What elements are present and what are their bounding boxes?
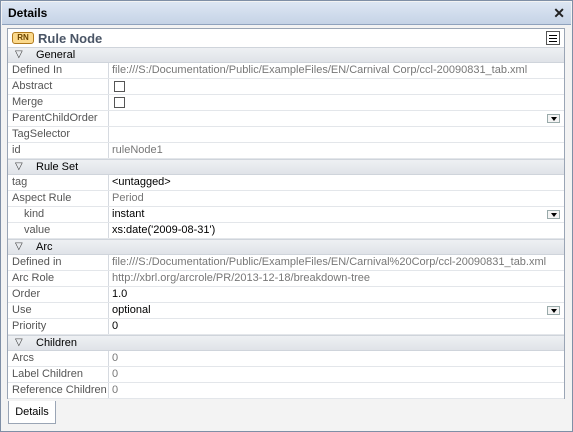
row-id: id ruleNode1 <box>8 143 564 159</box>
row-parent-child-order: ParentChildOrder <box>8 111 564 127</box>
row-abstract: Abstract <box>8 79 564 95</box>
property-key: tag <box>8 175 109 190</box>
property-key: Use <box>8 303 109 318</box>
priority-field[interactable]: 0 <box>110 319 564 334</box>
row-label-children: Label Children 0 <box>8 367 564 383</box>
rule-node-badge-icon: RN <box>12 32 34 44</box>
row-reference-children: Reference Children 0 <box>8 383 564 399</box>
property-key: Reference Children <box>8 383 109 398</box>
details-panel: Details ✕ RN Rule Node ▽ General Defined… <box>0 0 573 432</box>
dropdown-arrow-icon[interactable] <box>547 210 560 219</box>
property-key: value <box>8 223 109 238</box>
property-key: id <box>8 143 109 158</box>
group-label: General <box>36 49 76 61</box>
property-key: Defined In <box>8 63 109 78</box>
property-value-cell <box>110 95 564 110</box>
group-general[interactable]: ▽ General <box>8 47 564 63</box>
properties-menu-icon[interactable] <box>546 31 560 45</box>
collapse-triangle-icon[interactable]: ▽ <box>15 49 23 60</box>
dropdown-arrow-icon[interactable] <box>547 114 560 123</box>
property-key: Abstract <box>8 79 109 94</box>
property-value: 0 <box>112 352 119 364</box>
kind-select[interactable]: instant <box>110 207 564 222</box>
row-defined-in: Defined In file:///S:/Documentation/Publ… <box>8 63 564 79</box>
properties-grid: RN Rule Node ▽ General Defined In file:/… <box>7 28 565 399</box>
property-value: 0 <box>112 384 119 396</box>
row-merge: Merge <box>8 95 564 111</box>
row-tag: tag <untagged> <box>8 175 564 191</box>
property-key: Priority <box>8 319 109 334</box>
property-key: Aspect Rule <box>8 191 109 206</box>
row-value: value xs:date('2009-08-31') <box>8 223 564 239</box>
title-bar: Details ✕ <box>2 2 571 25</box>
node-header: RN Rule Node <box>8 29 564 47</box>
row-kind: kind instant <box>8 207 564 223</box>
id-field[interactable]: ruleNode1 <box>110 143 564 158</box>
property-key: Arc Role <box>8 271 109 286</box>
property-value: file:///S:/Documentation/Public/ExampleF… <box>112 256 547 268</box>
tab-strip: Details <box>2 400 571 431</box>
row-arc-role: Arc Role http://xbrl.org/arcrole/PR/2013… <box>8 271 564 287</box>
row-use: Use optional <box>8 303 564 319</box>
row-arc-defined-in: Defined in file:///S:/Documentation/Publ… <box>8 255 564 271</box>
dropdown-arrow-icon[interactable] <box>547 306 560 315</box>
property-value: 0 <box>112 368 119 380</box>
tag-field[interactable]: <untagged> <box>110 175 564 190</box>
row-priority: Priority 0 <box>8 319 564 335</box>
collapse-triangle-icon[interactable]: ▽ <box>15 161 23 172</box>
row-aspect-rule: Aspect Rule Period <box>8 191 564 207</box>
property-key: Arcs <box>8 351 109 366</box>
group-label: Children <box>36 337 77 349</box>
property-key: Label Children <box>8 367 109 382</box>
tag-selector-field[interactable] <box>110 127 564 142</box>
property-value: Period <box>112 192 144 204</box>
row-arcs: Arcs 0 <box>8 351 564 367</box>
use-select[interactable]: optional <box>110 303 564 318</box>
row-order: Order 1.0 <box>8 287 564 303</box>
property-value: file:///S:/Documentation/Public/ExampleF… <box>112 64 528 76</box>
property-key: ParentChildOrder <box>8 111 109 126</box>
row-tag-selector: TagSelector <box>8 127 564 143</box>
parent-child-order-select[interactable] <box>110 111 564 126</box>
property-value-cell <box>110 79 564 94</box>
group-rule-set[interactable]: ▽ Rule Set <box>8 159 564 175</box>
group-label: Rule Set <box>36 161 79 173</box>
value-field[interactable]: xs:date('2009-08-31') <box>110 223 564 238</box>
node-title: Rule Node <box>38 31 103 46</box>
property-key: Order <box>8 287 109 302</box>
collapse-triangle-icon[interactable]: ▽ <box>15 337 23 348</box>
group-children[interactable]: ▽ Children <box>8 335 564 351</box>
tab-details[interactable]: Details <box>8 401 56 424</box>
property-key: Merge <box>8 95 109 110</box>
merge-checkbox[interactable] <box>114 97 125 108</box>
property-key: TagSelector <box>8 127 109 142</box>
close-icon[interactable]: ✕ <box>553 4 565 22</box>
order-field[interactable]: 1.0 <box>110 287 564 302</box>
abstract-checkbox[interactable] <box>114 81 125 92</box>
collapse-triangle-icon[interactable]: ▽ <box>15 241 23 252</box>
property-key: Defined in <box>8 255 109 270</box>
group-label: Arc <box>36 241 53 253</box>
group-arc[interactable]: ▽ Arc <box>8 239 564 255</box>
property-key: kind <box>8 207 109 222</box>
property-value: http://xbrl.org/arcrole/PR/2013-12-18/br… <box>112 272 371 284</box>
panel-title: Details <box>8 6 48 20</box>
